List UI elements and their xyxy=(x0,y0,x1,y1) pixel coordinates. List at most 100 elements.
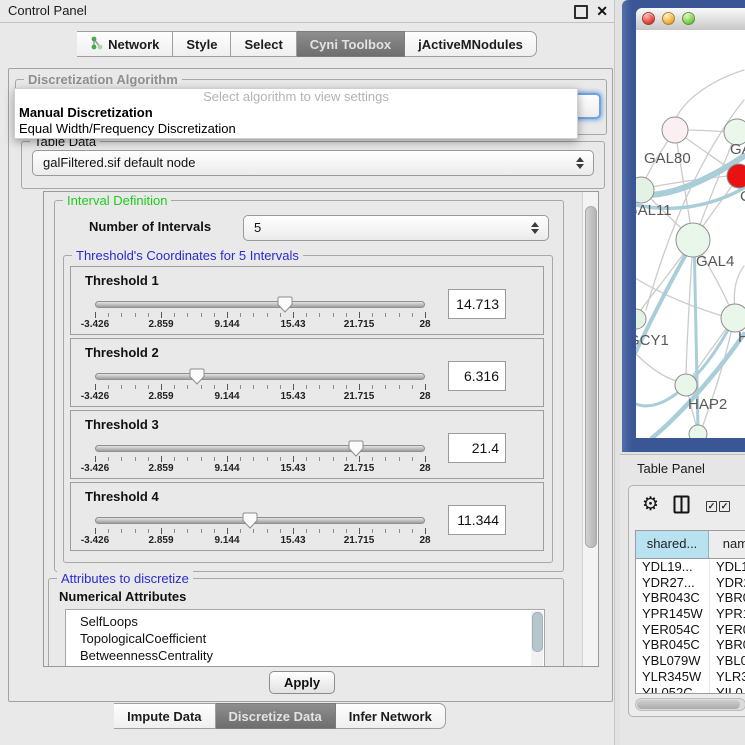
slider-handle[interactable] xyxy=(277,296,293,313)
network-edge[interactable] xyxy=(636,350,680,382)
dropdown-option-equal-width[interactable]: Equal Width/Frequency Discretization xyxy=(15,121,577,137)
number-of-intervals-combobox[interactable]: 5 xyxy=(243,215,549,241)
tab-label: Select xyxy=(244,37,282,52)
attribute-list-item[interactable]: SelfLoops xyxy=(66,613,544,630)
apply-button[interactable]: Apply xyxy=(269,671,335,694)
cell-shared-name[interactable]: YDL19... xyxy=(636,559,709,575)
minimize-traffic-light-icon[interactable] xyxy=(662,12,675,25)
slider-track[interactable] xyxy=(95,517,425,524)
checkbox-icon[interactable]: ✓ xyxy=(719,501,730,512)
slider-tick xyxy=(412,457,413,461)
cell-name[interactable]: YDR2 xyxy=(709,575,745,591)
network-graph[interactable]: GAL80GACGAL11GAL4GCY1HHAP2 xyxy=(636,30,745,438)
cell-name[interactable]: YIL0 xyxy=(709,685,745,695)
tab-4[interactable]: jActiveMNodules xyxy=(405,31,537,57)
bottom-tab-1[interactable]: Discretize Data xyxy=(216,703,336,729)
threshold-2-value-field[interactable]: 21.4 xyxy=(448,433,506,463)
slider-tick xyxy=(135,457,136,461)
network-canvas[interactable]: GAL80GACGAL11GAL4GCY1HHAP2 xyxy=(636,30,745,438)
slider-tick xyxy=(240,457,241,461)
network-node-GAL4[interactable] xyxy=(676,223,710,257)
thresholds-list: Threshold 1 -3.4262.8599.14415.4321.7152… xyxy=(64,266,544,554)
cell-name[interactable]: YBR0 xyxy=(709,590,745,606)
slider-handle[interactable] xyxy=(242,512,258,529)
network-edge[interactable] xyxy=(686,240,693,374)
cell-name[interactable]: YDL1 xyxy=(709,559,745,575)
cell-shared-name[interactable]: YER054C xyxy=(636,622,709,638)
cell-shared-name[interactable]: YBL079W xyxy=(636,653,709,669)
threshold-3-slider[interactable]: -3.4262.8599.14415.4321.71528 xyxy=(95,513,425,547)
network-edge[interactable] xyxy=(676,70,744,118)
cell-name[interactable]: YPR1 xyxy=(709,606,745,622)
vertical-scrollbar-thumb[interactable] xyxy=(585,206,597,548)
network-window-titlebar[interactable] xyxy=(636,8,745,31)
tab-3[interactable]: Cyni Toolbox xyxy=(297,31,405,57)
cell-shared-name[interactable]: YIL052C xyxy=(636,685,709,695)
column-header-name[interactable]: name xyxy=(709,531,745,558)
slider-track[interactable] xyxy=(95,373,425,380)
slider-tick-label: 21.715 xyxy=(344,319,375,330)
slider-handle[interactable] xyxy=(348,440,364,457)
slider-handle[interactable] xyxy=(189,368,205,385)
tab-2[interactable]: Select xyxy=(231,31,296,57)
list-scrollbar[interactable] xyxy=(531,611,543,667)
threshold-2-slider[interactable]: -3.4262.8599.14415.4321.71528 xyxy=(95,441,425,475)
threshold-0-value-field[interactable]: 14.713 xyxy=(448,289,506,319)
tab-0[interactable]: Network xyxy=(77,31,173,57)
network-node-HAP2[interactable] xyxy=(675,374,697,396)
vertical-scrollbar[interactable] xyxy=(582,192,598,666)
attribute-list-item[interactable]: TopologicalCoefficient xyxy=(66,630,544,647)
slider-tick-label: 2.859 xyxy=(148,319,173,330)
close-traffic-light-icon[interactable] xyxy=(642,12,655,25)
table-row[interactable]: YBR043C YBR0 xyxy=(636,590,745,606)
cell-shared-name[interactable]: YDR27... xyxy=(636,575,709,591)
split-view-icon[interactable] xyxy=(673,495,690,519)
tab-1[interactable]: Style xyxy=(173,31,231,57)
cell-shared-name[interactable]: YPR145W xyxy=(636,606,709,622)
column-header-shared-name[interactable]: shared... xyxy=(636,531,709,558)
dropdown-option-manual-discretization[interactable]: Manual Discretization xyxy=(15,105,577,121)
bottom-tab-0[interactable]: Impute Data xyxy=(114,703,215,729)
table-data-combobox[interactable]: galFiltered.sif default node xyxy=(32,150,594,176)
table-row[interactable]: YDR27... YDR2 xyxy=(636,575,745,591)
threshold-3-value-field[interactable]: 11.344 xyxy=(448,505,506,535)
float-window-icon[interactable] xyxy=(574,5,588,19)
table-row[interactable]: YPR145W YPR1 xyxy=(636,606,745,622)
network-node-GAL80[interactable] xyxy=(662,117,688,143)
cell-shared-name[interactable]: YBR045C xyxy=(636,637,709,653)
slider-track[interactable] xyxy=(95,301,425,308)
slider-track[interactable] xyxy=(95,445,425,452)
slider-tick xyxy=(399,529,400,533)
network-edge[interactable] xyxy=(734,266,744,310)
cell-name[interactable]: YBR0 xyxy=(709,637,745,653)
table-row[interactable]: YIL052C YIL0 xyxy=(636,685,745,695)
network-node-GCY1[interactable] xyxy=(636,309,646,329)
cell-name[interactable]: YLR3 xyxy=(709,669,745,685)
cell-name[interactable]: YER0 xyxy=(709,622,745,638)
combobox-value: 5 xyxy=(254,216,261,240)
zoom-traffic-light-icon[interactable] xyxy=(682,12,695,25)
bottom-tab-2[interactable]: Infer Network xyxy=(336,703,446,729)
table-row[interactable]: YBR045C YBR0 xyxy=(636,637,745,653)
gear-icon[interactable]: ⚙ xyxy=(642,492,659,518)
cell-name[interactable]: YBL0 xyxy=(709,653,745,669)
list-scrollbar-thumb[interactable] xyxy=(532,612,543,652)
slider-tick-label: 9.144 xyxy=(214,391,239,402)
table-row[interactable]: YER054C YER0 xyxy=(636,622,745,638)
cell-shared-name[interactable]: YBR043C xyxy=(636,590,709,606)
table-row[interactable]: YLR345W YLR3 xyxy=(636,669,745,685)
threshold-1-value-field[interactable]: 6.316 xyxy=(448,361,506,391)
cell-shared-name[interactable]: YLR345W xyxy=(636,669,709,685)
horizontal-scrollbar-thumb[interactable] xyxy=(637,700,740,709)
network-node-node-bottom[interactable] xyxy=(689,425,707,438)
horizontal-scrollbar[interactable] xyxy=(635,698,745,711)
network-node-node-right[interactable] xyxy=(721,304,745,332)
attribute-list-item[interactable]: BetweennessCentrality xyxy=(66,647,544,664)
table-row[interactable]: YDL19... YDL1 xyxy=(636,559,745,575)
slider-tick xyxy=(121,313,122,317)
threshold-1-slider[interactable]: -3.4262.8599.14415.4321.71528 xyxy=(95,369,425,403)
table-row[interactable]: YBL079W YBL0 xyxy=(636,653,745,669)
checkbox-icon[interactable]: ✓ xyxy=(706,501,717,512)
close-window-icon[interactable]: ✕ xyxy=(596,1,608,21)
threshold-0-slider[interactable]: -3.4262.8599.14415.4321.71528 xyxy=(95,297,425,331)
